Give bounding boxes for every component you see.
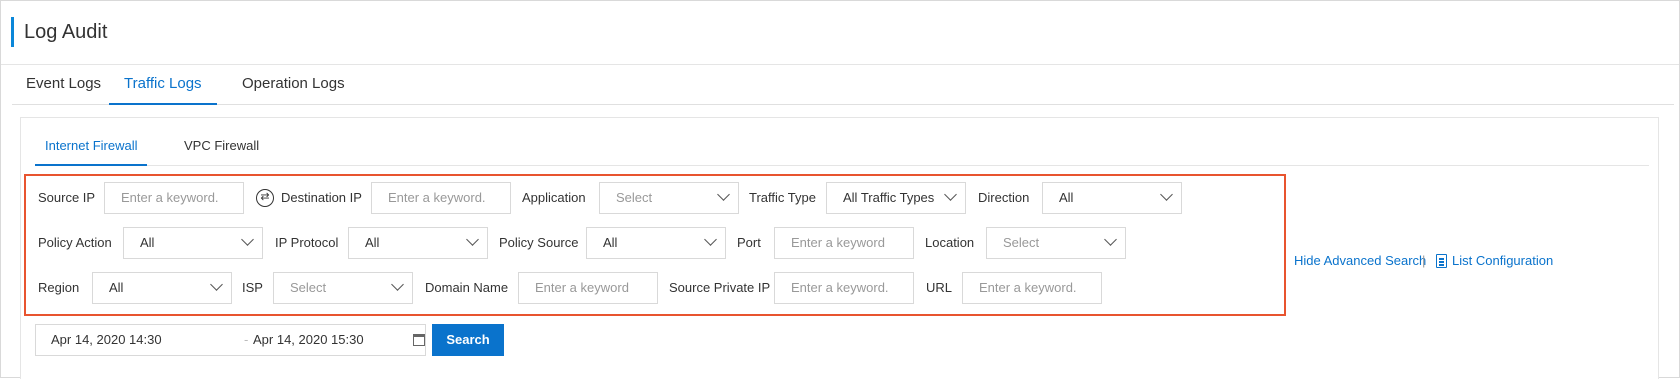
chevron-down-icon (391, 278, 404, 291)
start-date[interactable]: Apr 14, 2020 14:30 (51, 325, 162, 355)
direction-select-value: All (1059, 190, 1074, 205)
ip-protocol-select[interactable]: All (348, 227, 488, 259)
location-select[interactable]: Select (986, 227, 1126, 259)
date-range-picker[interactable]: Apr 14, 2020 14:30 - Apr 14, 2020 15:30 (35, 324, 426, 356)
destination-ip-label: Destination IP (281, 190, 362, 205)
isp-label: ISP (242, 280, 263, 295)
ip-protocol-label: IP Protocol (275, 235, 339, 250)
traffic-logs-panel: Internet Firewall VPC Firewall Source IP… (20, 117, 1659, 379)
chevron-down-icon (466, 233, 479, 246)
advanced-search-box: Source IP Enter a keyword. ⇄ Destination… (24, 174, 1286, 316)
chevron-down-icon (717, 188, 730, 201)
end-date[interactable]: Apr 14, 2020 15:30 (253, 325, 364, 355)
traffic-type-select[interactable]: All Traffic Types (826, 182, 966, 214)
chevron-down-icon (704, 233, 717, 246)
tab-traffic-logs[interactable]: Traffic Logs (109, 65, 217, 105)
link-separator: | (1422, 253, 1426, 268)
region-select-value: All (109, 280, 124, 295)
policy-action-select-value: All (140, 235, 155, 250)
page-title: Log Audit (24, 21, 108, 43)
search-button[interactable]: Search (432, 324, 504, 356)
isp-select[interactable]: Select (273, 272, 413, 304)
main-tabs: Event Logs Traffic Logs Operation Logs (12, 65, 1674, 105)
location-select-value: Select (1003, 235, 1040, 250)
chevron-down-icon (944, 188, 957, 201)
location-label: Location (925, 235, 975, 250)
chevron-down-icon (210, 278, 223, 291)
source-private-ip-label: Source Private IP (669, 280, 771, 295)
tab-operation-logs[interactable]: Operation Logs (242, 65, 345, 105)
application-select-value: Select (616, 190, 653, 205)
traffic-type-select-value: All Traffic Types (843, 190, 935, 205)
traffic-type-label: Traffic Type (749, 190, 816, 205)
ip-protocol-select-value: All (365, 235, 380, 250)
source-ip-label: Source IP (38, 190, 96, 205)
url-label: URL (926, 280, 953, 295)
domain-name-label: Domain Name (425, 280, 509, 295)
url-input[interactable]: Enter a keyword. (962, 272, 1102, 304)
firewall-sub-tabs: Internet Firewall VPC Firewall (35, 128, 1649, 166)
application-select[interactable]: Select (599, 182, 739, 214)
isp-select-value: Select (290, 280, 327, 295)
chevron-down-icon (241, 233, 254, 246)
log-audit-page: Log Audit Event Logs Traffic Logs Operat… (0, 0, 1680, 379)
title-accent-bar (11, 17, 14, 47)
policy-action-select[interactable]: All (123, 227, 263, 259)
list-configuration-link[interactable]: List Configuration (1452, 253, 1553, 269)
policy-source-label: Policy Source (499, 235, 579, 250)
tab-vpc-firewall[interactable]: VPC Firewall (184, 128, 259, 166)
date-separator: - (244, 332, 249, 347)
region-select[interactable]: All (92, 272, 232, 304)
application-label: Application (522, 190, 586, 205)
direction-label: Direction (978, 190, 1030, 205)
port-label: Port (737, 235, 761, 250)
port-input[interactable]: Enter a keyword (774, 227, 914, 259)
list-config-icon[interactable] (1436, 254, 1447, 268)
chevron-down-icon (1160, 188, 1173, 201)
domain-name-input[interactable]: Enter a keyword (518, 272, 658, 304)
source-ip-input[interactable]: Enter a keyword. (104, 182, 244, 214)
policy-source-select-value: All (603, 235, 618, 250)
policy-action-label: Policy Action (38, 235, 112, 250)
tab-internet-firewall[interactable]: Internet Firewall (35, 128, 148, 166)
page-header: Log Audit (1, 1, 1679, 65)
swap-icon[interactable]: ⇄ (256, 189, 274, 207)
hide-advanced-search-link[interactable]: Hide Advanced Search (1294, 253, 1426, 269)
policy-source-select[interactable]: All (586, 227, 726, 259)
chevron-down-icon (1104, 233, 1117, 246)
tab-event-logs[interactable]: Event Logs (26, 65, 101, 105)
direction-select[interactable]: All (1042, 182, 1182, 214)
destination-ip-input[interactable]: Enter a keyword. (371, 182, 511, 214)
calendar-icon[interactable] (413, 334, 425, 346)
source-private-ip-input[interactable]: Enter a keyword. (774, 272, 914, 304)
region-label: Region (38, 280, 80, 295)
